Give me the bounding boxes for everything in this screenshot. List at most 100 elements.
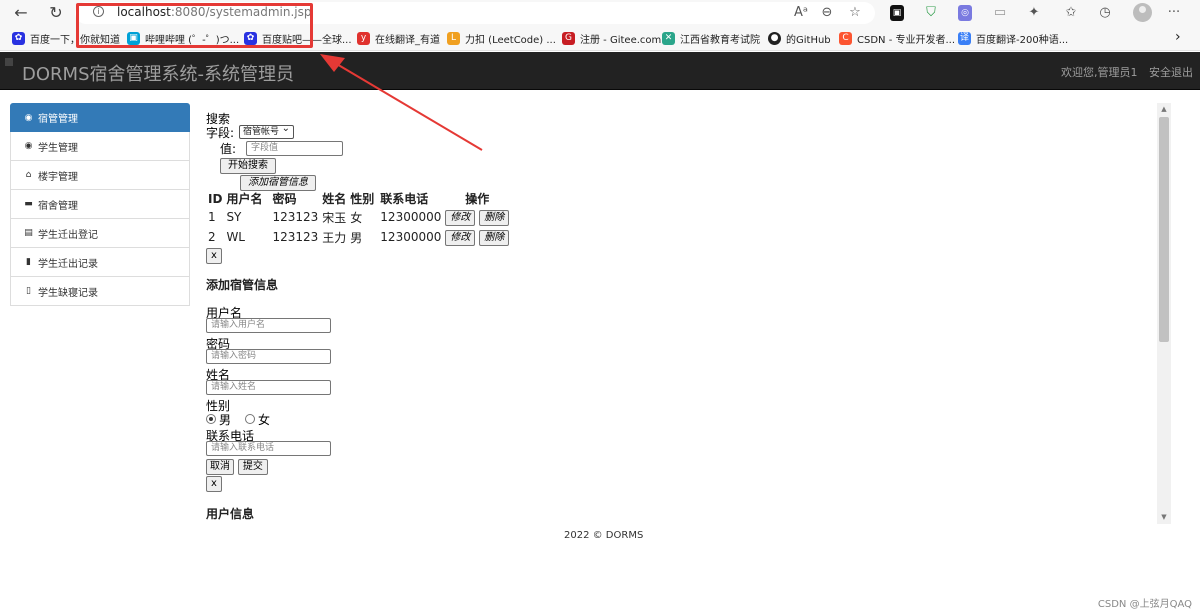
add-form-title: 添加宿管信息	[206, 278, 279, 292]
submit-button[interactable]: 提交	[237, 459, 268, 475]
welcome-text: 欢迎您,管理员1	[1061, 66, 1138, 79]
column-header: 操作	[465, 192, 490, 206]
baidu-translate-icon: 译	[958, 32, 971, 45]
edit-button[interactable]: 修改	[445, 209, 476, 226]
bookmark-item[interactable]: C CSDN - 专业开发者...	[839, 31, 955, 46]
translate-extension-icon[interactable]: ◎	[958, 5, 972, 21]
reader-extension-icon[interactable]: ▭	[993, 5, 1007, 21]
table-close-button[interactable]: x	[206, 248, 222, 264]
profile-avatar-icon[interactable]	[1133, 3, 1152, 22]
phone-label: 联系电话	[206, 429, 255, 443]
highlight-box	[76, 3, 313, 48]
start-search-button[interactable]: 开始搜索	[220, 158, 276, 174]
password-label: 密码	[206, 337, 231, 351]
bookmark-item[interactable]: L 力扣 (LeetCode) ...	[447, 31, 556, 46]
form-close-row: x	[206, 475, 1146, 492]
sidebar-item-dorm-managers[interactable]: ◉ 宿管管理	[10, 103, 190, 132]
gender-male-radio[interactable]	[206, 414, 216, 424]
refresh-icon[interactable]: ↻	[46, 3, 66, 23]
logout-link[interactable]: 安全退出	[1149, 64, 1193, 80]
extension-icon[interactable]: ▣	[890, 5, 904, 21]
form-close-button[interactable]: x	[206, 476, 222, 492]
gender-female-radio[interactable]	[245, 414, 256, 424]
value-input[interactable]: 字段值	[246, 140, 344, 156]
csdn-watermark: CSDN @上弦月QAQ	[1097, 599, 1192, 610]
brand-title[interactable]: DORMS宿舍管理系统-系统管理员	[22, 60, 294, 86]
user-circle-icon: ◉	[24, 141, 33, 151]
add-favorite-icon[interactable]: ☆	[847, 5, 863, 21]
youdao-icon: y	[357, 32, 370, 45]
add-button-row: 添加宿管信息	[206, 172, 1146, 191]
history-icon[interactable]: ◷	[1098, 5, 1112, 21]
shield-extension-icon[interactable]: ⛉	[924, 5, 938, 21]
csdn-icon: C	[839, 32, 852, 45]
baidu-paw-icon: ✿	[12, 32, 25, 45]
bookmark-item[interactable]: 译百度翻译-200种语...	[958, 31, 1068, 46]
sidebar: ◉ 宿管管理 ◉ 学生管理 ⌂ 楼宇管理 ▬ 宿舍管理 ▤ 学生迁出登记 ▮ 学生迁出记录 …	[10, 103, 190, 306]
search-button-row: 开始搜索	[206, 156, 1146, 174]
table-row: 1 SY 123123 宋玉 女 12300000 修改 删除	[206, 207, 511, 227]
search-value-row: 值: 字段值	[206, 140, 1146, 156]
name-input[interactable]: 请输入姓名	[206, 380, 331, 395]
gitee-icon: G	[562, 32, 575, 45]
bookmark-outline-icon: ▯	[26, 286, 31, 296]
field-select[interactable]: 宿管帐号	[239, 123, 295, 139]
bookmark-filled-icon: ▮	[26, 257, 31, 267]
search-title: 搜索	[206, 112, 231, 126]
leetcode-icon: L	[447, 32, 460, 45]
scroll-up-arrow-icon[interactable]: ▲	[1159, 104, 1169, 114]
chevron-right-icon[interactable]: ›	[1175, 29, 1181, 45]
github-icon: ●	[768, 32, 781, 45]
sidebar-item-students[interactable]: ◉ 学生管理	[10, 132, 190, 161]
user-info-title: 用户信息	[206, 507, 255, 521]
home-icon: ⌂	[25, 170, 32, 180]
sidebar-item-dorms[interactable]: ▬ 宿舍管理	[10, 190, 190, 219]
delete-button[interactable]: 删除	[479, 229, 510, 246]
read-aloud-icon[interactable]: Aᵃ	[793, 5, 809, 21]
manager-table: ID 用户名 密码 姓名 性别 联系电话 操作 1 SY 123123 宋玉 女…	[206, 190, 511, 247]
gender-radio-group: 男 女	[206, 411, 1146, 427]
app-navbar: DORMS宿舍管理系统-系统管理员	[0, 52, 1200, 90]
jiangxi-icon: ✕	[662, 32, 675, 45]
scroll-thumb[interactable]	[1159, 117, 1169, 342]
scroll-down-arrow-icon[interactable]: ▼	[1159, 512, 1169, 522]
favorites-icon[interactable]: ✩	[1064, 5, 1078, 21]
corner-mark	[5, 58, 13, 66]
zoom-icon[interactable]: ⊖	[820, 5, 834, 21]
column-header: 用户名	[226, 192, 263, 206]
username-input[interactable]: 请输入用户名	[206, 318, 331, 333]
cancel-button[interactable]: 取消	[206, 459, 234, 475]
table-header-row: ID 用户名 密码 姓名 性别 联系电话 操作	[206, 190, 511, 207]
name-label: 姓名	[206, 368, 231, 382]
username-label: 用户名	[206, 306, 243, 320]
value-label: 值:	[220, 141, 237, 156]
bookmark-item[interactable]: y 在线翻译_有道	[357, 31, 440, 46]
phone-input[interactable]: 请输入联系电话	[206, 441, 331, 456]
table-row: 2 WL 123123 王力 男 12300000 修改 删除	[206, 227, 511, 247]
sidebar-item-moveout-records[interactable]: ▮ 学生迁出记录	[10, 248, 190, 277]
back-arrow-icon[interactable]: ←	[11, 3, 31, 23]
more-menu-icon[interactable]: ···	[1167, 5, 1181, 21]
bed-icon: ▬	[24, 199, 33, 209]
column-header: 性别	[350, 192, 375, 206]
password-input[interactable]: 请输入密码	[206, 349, 331, 364]
add-manager-button[interactable]: 添加宿管信息	[240, 175, 316, 191]
delete-button[interactable]: 删除	[479, 209, 510, 226]
add-form: 用户名 请输入用户名 密码 请输入密码 姓名 请输入姓名 性别 男 女 联系电话…	[206, 304, 1146, 492]
extensions-puzzle-icon[interactable]: ✦	[1027, 5, 1041, 21]
edit-button[interactable]: 修改	[445, 229, 476, 246]
content-scrollbar[interactable]: ▲ ▼	[1157, 103, 1171, 524]
search-field-row: 字段: 宿管帐号	[206, 123, 1146, 140]
bookmark-item[interactable]: ● 的GitHub	[768, 31, 831, 46]
sidebar-item-buildings[interactable]: ⌂ 楼宇管理	[10, 161, 190, 190]
gender-label: 性别	[206, 399, 231, 413]
user-circle-icon: ◉	[24, 112, 33, 123]
bookmark-item[interactable]: G 注册 - Gitee.com	[562, 31, 661, 46]
column-header: 姓名	[322, 192, 347, 206]
bookmark-item[interactable]: ✕ 江西省教育考试院	[662, 31, 760, 46]
column-header: 密码	[272, 192, 297, 206]
sidebar-item-absence-records[interactable]: ▯ 学生缺寝记录	[10, 277, 190, 306]
sidebar-item-moveout-register[interactable]: ▤ 学生迁出登记	[10, 219, 190, 248]
table-close-row: x	[206, 247, 1146, 264]
id-card-icon: ▤	[24, 228, 33, 238]
